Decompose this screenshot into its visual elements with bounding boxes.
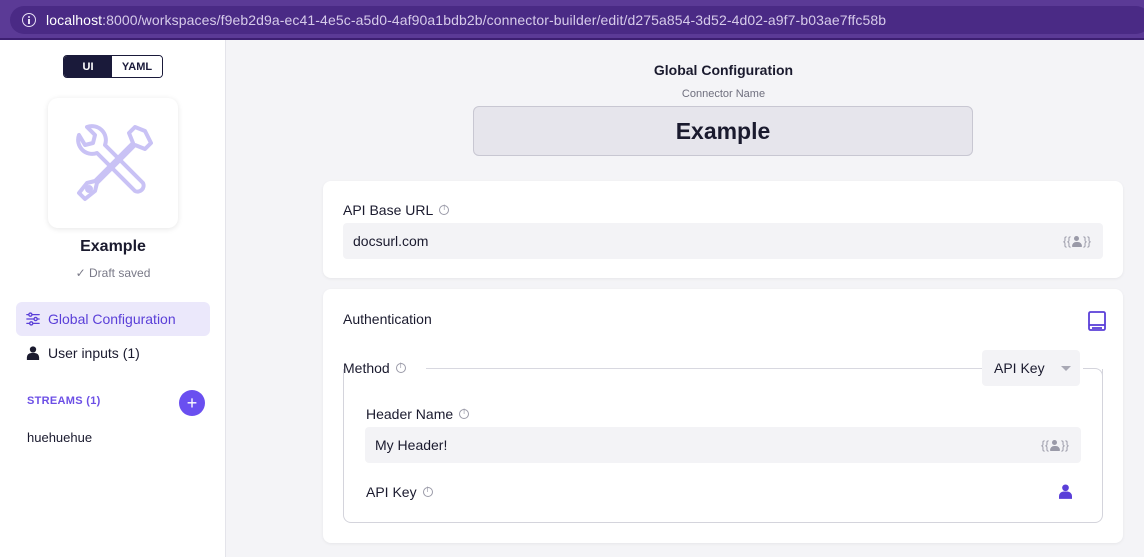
stream-item[interactable]: huehuehue (27, 430, 92, 445)
header-name-label: Header Name (366, 406, 470, 422)
plus-icon: + (186, 393, 198, 413)
save-status: ✓ Draft saved (75, 266, 151, 280)
main-panel: Global Configuration Connector Name Exam… (227, 40, 1144, 557)
api-key-label: API Key (366, 484, 433, 500)
connector-name-label: Connector Name (681, 88, 766, 100)
yaml-view-button[interactable]: YAML (112, 56, 162, 77)
header-name-input[interactable]: My Header! {{}} (365, 427, 1081, 463)
authentication-card: Authentication Method API Key Header Nam… (323, 289, 1123, 543)
site-info-icon[interactable] (22, 13, 36, 27)
user-input-insert-button[interactable]: {{}} (1041, 438, 1069, 452)
nav-label: User inputs (1) (48, 345, 140, 361)
api-base-url-input[interactable]: docsurl.com {{}} (343, 223, 1103, 259)
connector-name-input[interactable]: Example (473, 106, 973, 156)
browser-url-bar: localhost:8000/workspaces/f9eb2d9a-ec41-… (0, 0, 1144, 40)
user-icon (1071, 235, 1082, 247)
tools-icon (76, 124, 153, 201)
url-text: localhost:8000/workspaces/f9eb2d9a-ec41-… (46, 12, 887, 28)
streams-header: STREAMS (1) (27, 395, 101, 407)
user-input-insert-button[interactable]: {{}} (1063, 234, 1091, 248)
ui-view-button[interactable]: UI (64, 56, 112, 77)
connector-name: Example (80, 238, 146, 255)
connector-logo (48, 98, 178, 228)
nav-user-inputs[interactable]: User inputs (1) (16, 336, 210, 370)
user-icon (1049, 439, 1060, 451)
api-base-url-card: API Base URL docsurl.com {{}} (323, 181, 1123, 278)
method-select[interactable]: API Key (982, 350, 1080, 386)
check-icon: ✓ (75, 266, 86, 280)
nav-global-configuration[interactable]: Global Configuration (16, 302, 210, 336)
user-icon (26, 346, 40, 360)
sidebar: UI YAML Example ✓ Draft saved Global Con… (0, 40, 226, 557)
api-base-url-label: API Base URL (343, 202, 450, 218)
page-title: Global Configuration (653, 62, 794, 78)
authentication-title: Authentication (343, 311, 432, 327)
chevron-down-icon (1061, 366, 1071, 371)
view-toggle: UI YAML (63, 55, 163, 78)
address-field[interactable]: localhost:8000/workspaces/f9eb2d9a-ec41-… (10, 6, 1144, 34)
user-input-icon[interactable] (1059, 484, 1072, 499)
nav-label: Global Configuration (48, 311, 176, 327)
sliders-icon (26, 312, 40, 326)
info-icon[interactable] (422, 486, 433, 497)
docs-book-icon[interactable] (1088, 311, 1106, 331)
info-icon[interactable] (459, 408, 470, 419)
info-icon[interactable] (439, 204, 450, 215)
add-stream-button[interactable]: + (179, 390, 205, 416)
